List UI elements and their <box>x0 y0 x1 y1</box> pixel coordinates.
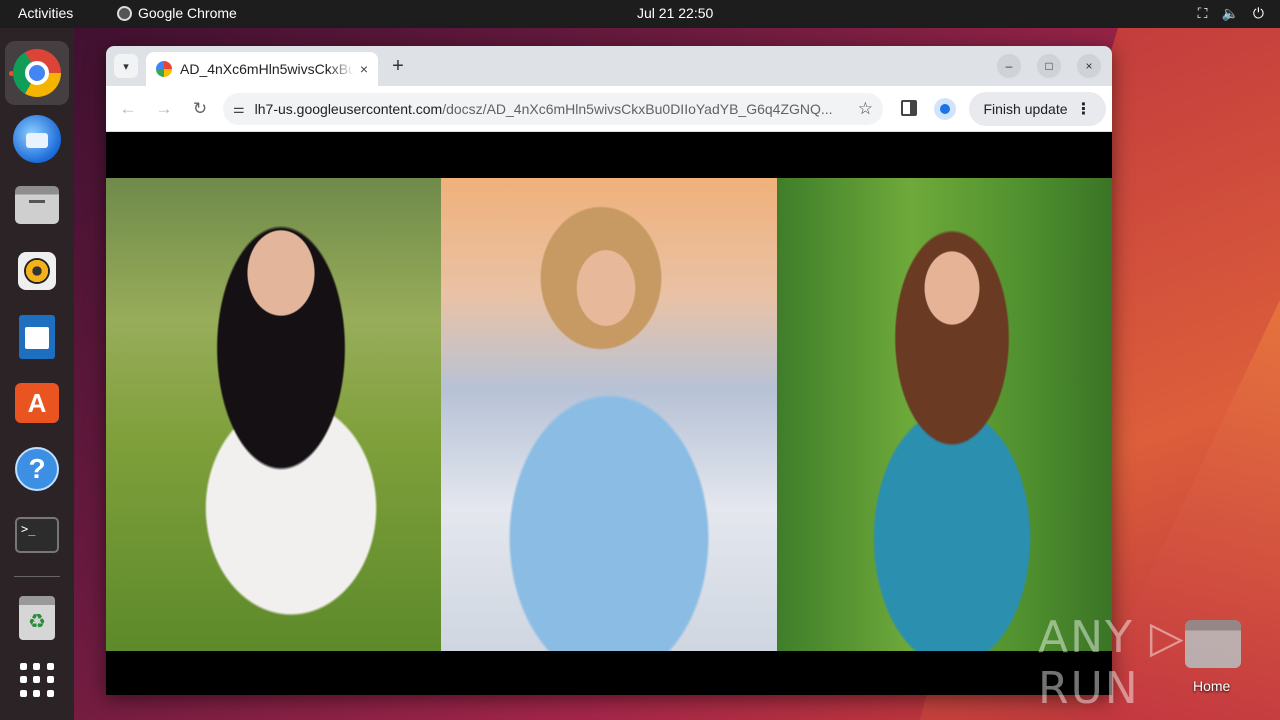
dock-item-writer[interactable] <box>5 305 69 369</box>
url-path: /docsz/AD_4nXc6mHln5wivsCkxBu0DIIoYadYB_… <box>442 101 833 117</box>
dock-item-terminal[interactable]: >_ <box>5 503 69 567</box>
system-tray[interactable]: ⛶ 🔈 ⏻ <box>1198 5 1264 22</box>
back-button[interactable]: ← <box>116 97 140 121</box>
thunderbird-icon <box>13 115 61 163</box>
finish-update-label: Finish update <box>983 101 1068 117</box>
dock-item-app-center[interactable]: A <box>5 371 69 435</box>
dock-item-chrome[interactable] <box>5 41 69 105</box>
dock-separator <box>14 576 60 577</box>
url-text: lh7-us.googleusercontent.com/docsz/AD_4n… <box>255 101 850 117</box>
reload-button[interactable]: ↻ <box>188 97 212 121</box>
maximize-button[interactable]: □ <box>1037 54 1061 78</box>
network-icon: ⛶ <box>1197 5 1208 21</box>
anyrun-watermark: ANY ▷ RUN <box>1038 612 1186 714</box>
trash-icon: ♻ <box>19 596 55 640</box>
forward-button[interactable]: → <box>152 97 176 121</box>
dock-item-files[interactable] <box>5 173 69 237</box>
writer-icon <box>19 315 55 359</box>
more-menu-icon: ⋮ <box>1075 101 1092 118</box>
photo-woman-blue-leopard-dress <box>777 178 1112 651</box>
chrome-icon <box>117 5 132 21</box>
activities-button[interactable]: Activities <box>18 5 73 21</box>
site-info-icon[interactable]: ⚌ <box>233 101 245 117</box>
terminal-icon: >_ <box>15 517 59 553</box>
top-bar: Activities Google Chrome Jul 21 22:50 ⛶ … <box>0 0 1280 28</box>
photo-woman-blue-embroidered-dress <box>441 178 777 651</box>
app-menu[interactable]: Google Chrome <box>117 5 237 21</box>
tab-title: AD_4nXc6mHln5wivsCkxBu0DIIoYadYB <box>180 61 354 77</box>
rhythmbox-icon <box>18 252 56 290</box>
address-bar[interactable]: ⚌ lh7-us.googleusercontent.com/docsz/AD_… <box>223 93 883 125</box>
person-icon <box>940 104 950 114</box>
clock[interactable]: Jul 21 22:50 <box>637 5 713 21</box>
help-icon: ? <box>15 447 59 491</box>
photo-woman-white-dress <box>106 178 441 651</box>
browser-tab[interactable]: AD_4nXc6mHln5wivsCkxBu0DIIoYadYB × <box>146 52 378 86</box>
tab-close-icon[interactable]: × <box>360 61 368 77</box>
power-icon: ⏻ <box>1252 5 1264 21</box>
chevron-down-icon: ▾ <box>123 60 129 73</box>
dock: A ? >_ ♻ <box>0 28 74 720</box>
chrome-icon <box>13 49 61 97</box>
show-apps-button[interactable] <box>5 648 69 712</box>
chrome-window: ▾ AD_4nXc6mHln5wivsCkxBu0DIIoYadYB × + –… <box>106 46 1112 695</box>
favicon-icon <box>156 61 172 77</box>
url-domain: lh7-us.googleusercontent.com <box>254 101 443 117</box>
app-name: Google Chrome <box>138 5 237 21</box>
files-icon <box>15 186 59 224</box>
dock-item-rhythmbox[interactable] <box>5 239 69 303</box>
dock-item-thunderbird[interactable] <box>5 107 69 171</box>
bookmark-star-icon[interactable]: ☆ <box>858 99 873 119</box>
dock-item-trash[interactable]: ♻ <box>5 586 69 650</box>
finish-update-button[interactable]: Finish update ⋮ <box>969 92 1106 126</box>
new-tab-button[interactable]: + <box>386 54 410 78</box>
dock-item-help[interactable]: ? <box>5 437 69 501</box>
volume-icon: 🔈 <box>1221 5 1239 21</box>
close-window-button[interactable]: × <box>1077 54 1101 78</box>
app-center-icon: A <box>15 383 59 423</box>
tab-search-button[interactable]: ▾ <box>114 54 138 78</box>
tab-strip: ▾ AD_4nXc6mHln5wivsCkxBu0DIIoYadYB × + –… <box>106 46 1112 86</box>
page-viewport <box>106 132 1112 695</box>
app-grid-icon <box>20 663 54 697</box>
minimize-button[interactable]: – <box>997 54 1021 78</box>
home-folder-icon[interactable] <box>1185 620 1241 668</box>
side-panel-icon[interactable] <box>901 100 917 116</box>
profile-avatar[interactable] <box>934 98 956 120</box>
browser-toolbar: ← → ↻ ⚌ lh7-us.googleusercontent.com/doc… <box>106 86 1112 132</box>
home-folder-label: Home <box>1193 678 1231 694</box>
